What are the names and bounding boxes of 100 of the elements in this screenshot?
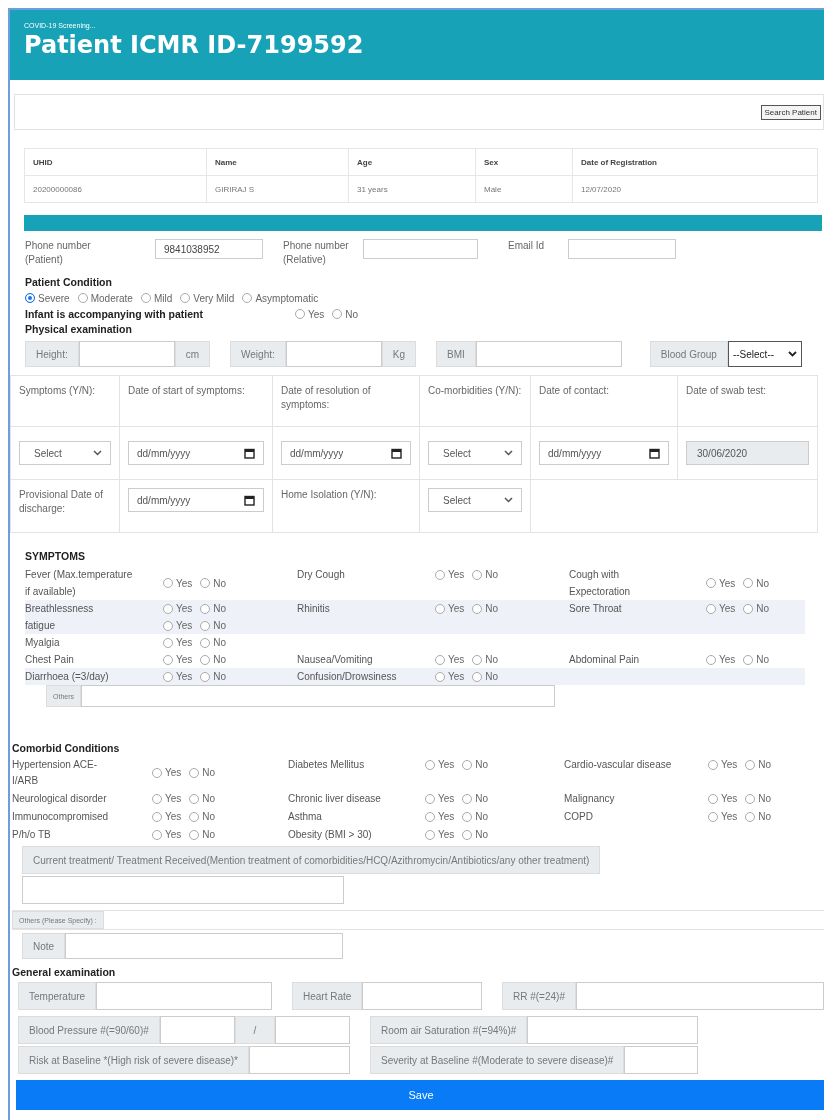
field-label: Blood Pressure #(=90/60)#: [18, 1016, 160, 1044]
radio-button[interactable]: [189, 812, 200, 822]
radio-button[interactable]: [743, 603, 754, 614]
radio-button[interactable]: [77, 293, 88, 303]
radio-button[interactable]: [472, 603, 483, 614]
radio-button[interactable]: [189, 830, 200, 840]
radio-button[interactable]: [189, 768, 200, 778]
radio-button[interactable]: [745, 760, 756, 770]
save-button[interactable]: Save: [16, 1080, 824, 1110]
input-field[interactable]: [527, 1016, 698, 1044]
radio-button[interactable]: [200, 603, 211, 614]
column-header: Name: [206, 148, 349, 176]
radio-button[interactable]: [200, 578, 211, 588]
radio-button[interactable]: [163, 578, 173, 588]
text-area[interactable]: [22, 876, 344, 904]
dropdown[interactable]: Select: [428, 441, 522, 465]
radio-button[interactable]: [743, 654, 754, 665]
section-title: SYMPTOMS: [25, 549, 86, 564]
input-field[interactable]: [159, 1016, 235, 1044]
radio-button[interactable]: [200, 637, 211, 648]
input-field[interactable]: [249, 1046, 350, 1074]
column-header: Symptoms (Y/N):: [19, 385, 96, 396]
dropdown[interactable]: --Select--: [727, 341, 802, 367]
radio-button[interactable]: [472, 569, 483, 580]
radio-button[interactable]: [200, 654, 211, 665]
dropdown[interactable]: Select: [428, 488, 522, 512]
radio-button[interactable]: [163, 620, 173, 631]
option-label: No: [485, 670, 499, 684]
radio-button[interactable]: [462, 830, 473, 840]
radio-button[interactable]: [152, 768, 162, 778]
option-label: Yes: [448, 568, 465, 582]
input-field[interactable]: [275, 1016, 350, 1044]
radio-button[interactable]: [152, 830, 162, 840]
field-label: Room air Saturation #(=94%)#: [370, 1016, 528, 1044]
radio-button[interactable]: [242, 293, 253, 303]
radio-button[interactable]: [163, 637, 173, 648]
input-field[interactable]: [475, 341, 622, 367]
radio-button[interactable]: [462, 812, 473, 822]
radio-button[interactable]: [743, 578, 754, 588]
input-field[interactable]: [568, 239, 676, 259]
radio-button[interactable]: [708, 760, 718, 770]
input-field[interactable]: [363, 239, 478, 259]
radio-button[interactable]: [163, 654, 173, 665]
radio-button[interactable]: [140, 293, 151, 303]
radio-button[interactable]: [425, 794, 435, 804]
column-header: Date of swab test:: [686, 385, 767, 396]
date-field[interactable]: dd/mm/yyyy: [128, 488, 264, 512]
condition-label: Immunocompromised: [12, 810, 110, 824]
radio-button[interactable]: [706, 654, 716, 665]
radio-button[interactable]: [152, 812, 162, 822]
option-label: No: [213, 670, 227, 684]
radio-button[interactable]: [745, 812, 756, 822]
radio-button[interactable]: [435, 603, 445, 614]
radio-button[interactable]: [462, 760, 473, 770]
radio-button[interactable]: [472, 671, 483, 682]
input-field[interactable]: [96, 982, 272, 1010]
input-field[interactable]: [624, 1046, 698, 1074]
option-label: No: [475, 828, 489, 842]
radio-button[interactable]: [189, 794, 200, 804]
radio-button[interactable]: [708, 812, 718, 822]
radio-button[interactable]: [435, 569, 445, 580]
date-field[interactable]: dd/mm/yyyy: [281, 441, 411, 465]
radio-button[interactable]: [163, 603, 173, 614]
radio-button[interactable]: [163, 671, 173, 682]
radio-button[interactable]: [425, 812, 435, 822]
radio-button[interactable]: [425, 760, 435, 770]
field-label: Temperature: [18, 982, 97, 1010]
radio-button[interactable]: [706, 578, 716, 588]
radio-button[interactable]: [435, 671, 445, 682]
input-field[interactable]: [285, 341, 382, 367]
input-field[interactable]: [81, 685, 555, 707]
chevron-icon: [787, 351, 797, 357]
radio-button[interactable]: [472, 654, 483, 665]
date-field[interactable]: dd/mm/yyyy: [539, 441, 669, 465]
radio-button[interactable]: [435, 654, 445, 665]
radio-button[interactable]: [200, 671, 211, 682]
question-label: Infant is accompanying with patient: [25, 306, 204, 322]
radio-button[interactable]: [25, 293, 35, 303]
date-field[interactable]: dd/mm/yyyy: [128, 441, 264, 465]
radio-button[interactable]: [332, 309, 343, 319]
radio-button[interactable]: [152, 794, 162, 804]
radio-button[interactable]: [180, 293, 191, 303]
input-field[interactable]: [65, 933, 344, 959]
search-patient-button[interactable]: Search Patient: [760, 104, 821, 120]
radio-button[interactable]: [295, 309, 305, 319]
radio-button[interactable]: [425, 830, 435, 840]
radio-button[interactable]: [200, 620, 211, 631]
option-label: No: [485, 602, 499, 616]
input-field[interactable]: [362, 982, 482, 1010]
symptom-label: Nausea/Vomiting: [297, 653, 374, 667]
radio-button[interactable]: [708, 794, 718, 804]
radio-button[interactable]: [745, 794, 756, 804]
radio-button[interactable]: [706, 603, 716, 614]
symptom-label: Cough with Expectoration: [569, 568, 632, 599]
input-field[interactable]: [78, 341, 175, 367]
input-field[interactable]: [575, 982, 824, 1010]
radio-button[interactable]: [462, 794, 473, 804]
dropdown[interactable]: Select: [19, 441, 111, 465]
input-field[interactable]: 9841038952: [155, 239, 263, 259]
column-header: Date of resolution of symptoms:: [281, 385, 371, 410]
